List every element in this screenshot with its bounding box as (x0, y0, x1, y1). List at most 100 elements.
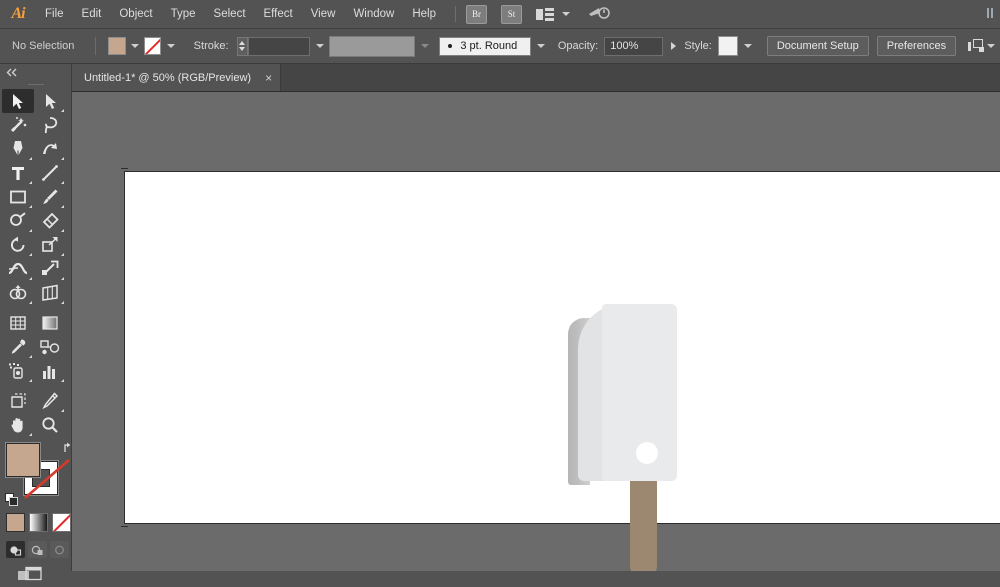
stroke-profile-dropdown-button[interactable] (418, 37, 431, 55)
draw-normal-button[interactable] (6, 541, 25, 558)
style-dropdown-button[interactable] (741, 37, 754, 55)
column-graph-tool[interactable] (34, 359, 66, 383)
type-tool[interactable] (2, 161, 34, 185)
stock-icon[interactable]: St (501, 4, 522, 24)
opacity-label: Opacity: (557, 40, 599, 52)
document-tab[interactable]: Untitled-1* @ 50% (RGB/Preview) × (72, 64, 282, 91)
gradient-mode-button[interactable] (29, 513, 48, 532)
opacity-expand-icon[interactable] (671, 42, 677, 50)
stroke-profile-input[interactable] (328, 35, 415, 57)
collapse-panel-icon[interactable] (0, 64, 71, 80)
selection-status-label: No Selection (6, 37, 97, 55)
shape-builder-tool[interactable] (2, 281, 34, 305)
menu-item-file[interactable]: File (36, 0, 73, 29)
hand-tool[interactable] (2, 413, 34, 437)
chevron-down-icon[interactable] (562, 12, 570, 16)
menubar-right-overflow (986, 4, 1000, 24)
free-transform-tool[interactable] (34, 257, 66, 281)
artboard-corner-mark (121, 168, 128, 169)
fill-dropdown-button[interactable] (129, 37, 142, 55)
menu-item-window[interactable]: Window (344, 0, 403, 29)
align-dropdown-button[interactable] (985, 37, 998, 55)
pen-tool[interactable] (2, 137, 34, 161)
document-tab-label: Untitled-1* @ 50% (RGB/Preview) (84, 71, 252, 84)
toolbar-fill-swatch[interactable] (6, 443, 40, 477)
color-mode-button[interactable] (6, 513, 25, 532)
screen-mode-button[interactable] (17, 566, 71, 587)
fill-stroke-controls (5, 442, 76, 507)
stroke-weight-input[interactable] (247, 36, 311, 56)
menu-divider (455, 6, 456, 22)
style-label: Style: (684, 40, 712, 52)
menu-item-object[interactable]: Object (110, 0, 161, 29)
tools-panel (0, 64, 72, 581)
rectangle-tool[interactable] (2, 185, 34, 209)
brush-preview-icon (448, 44, 453, 48)
curvature-tool[interactable] (34, 137, 66, 161)
window-controls-clipped-icon[interactable] (986, 4, 1000, 24)
draw-inside-button[interactable] (50, 541, 69, 558)
control-bar: No Selection Stroke: 3 pt. Round Opacity… (0, 29, 1000, 64)
stroke-weight-stepper[interactable] (236, 36, 248, 56)
document-setup-button[interactable]: Document Setup (766, 36, 869, 56)
stroke-color-swatch[interactable] (144, 37, 162, 55)
slice-tool[interactable] (34, 389, 66, 413)
rotate-tool[interactable] (2, 233, 34, 257)
perspective-grid-tool[interactable] (34, 281, 66, 305)
bridge-icon[interactable]: Br (466, 4, 487, 24)
eraser-tool[interactable] (34, 209, 66, 233)
symbol-sprayer-tool[interactable] (2, 359, 34, 383)
tools-grid (0, 89, 72, 437)
magic-wand-tool[interactable] (2, 113, 34, 137)
width-tool[interactable] (2, 257, 34, 281)
menu-item-effect[interactable]: Effect (255, 0, 302, 29)
stroke-dropdown-button[interactable] (164, 37, 177, 55)
menu-item-type[interactable]: Type (162, 0, 205, 29)
graphic-style-swatch[interactable] (717, 36, 739, 56)
preferences-button[interactable]: Preferences (876, 36, 957, 56)
document-tab-bar: Untitled-1* @ 50% (RGB/Preview) × (72, 64, 1000, 92)
align-arrange-icon[interactable] (968, 39, 985, 53)
scale-tool[interactable] (34, 233, 66, 257)
menu-item-edit[interactable]: Edit (73, 0, 111, 29)
blend-tool[interactable] (34, 335, 66, 359)
canvas-area[interactable] (72, 92, 1000, 571)
close-icon[interactable]: × (265, 72, 272, 84)
illustrator-window: Ai File Edit Object Type Select Effect V… (0, 0, 1000, 581)
line-segment-tool[interactable] (34, 161, 66, 185)
draw-mode-buttons (6, 541, 71, 558)
mesh-tool[interactable] (2, 311, 34, 335)
artboard-corner-mark (121, 526, 128, 527)
artboard[interactable] (121, 168, 1000, 571)
app-logo-icon: Ai (11, 5, 25, 22)
brush-dropdown-button[interactable] (534, 37, 547, 55)
shaper-tool[interactable] (2, 209, 34, 233)
direct-selection-tool[interactable] (34, 89, 66, 113)
stroke-weight-label: Stroke: (193, 40, 229, 52)
none-mode-button[interactable] (52, 513, 71, 532)
paintbrush-tool[interactable] (34, 185, 66, 209)
color-mode-buttons (6, 513, 71, 532)
menu-bar: Ai File Edit Object Type Select Effect V… (0, 0, 1000, 29)
gradient-tool[interactable] (34, 311, 66, 335)
zoom-tool[interactable] (34, 413, 66, 437)
brush-definition-label: 3 pt. Round (460, 40, 518, 52)
panel-drag-handle[interactable] (0, 80, 71, 89)
popsicle-illustration[interactable] (568, 304, 688, 571)
popsicle-dot-highlight[interactable] (636, 442, 658, 464)
help-search-icon[interactable] (588, 5, 610, 24)
fill-color-swatch[interactable] (108, 37, 126, 55)
stroke-weight-dropdown-button[interactable] (313, 37, 326, 55)
artboard-tool[interactable] (2, 389, 34, 413)
selection-tool[interactable] (2, 89, 34, 113)
menu-item-select[interactable]: Select (205, 0, 255, 29)
default-fill-stroke-icon[interactable] (5, 493, 19, 507)
opacity-input[interactable]: 100% (604, 36, 664, 56)
menu-item-view[interactable]: View (302, 0, 345, 29)
menu-item-help[interactable]: Help (403, 0, 445, 29)
eyedropper-tool[interactable] (2, 335, 34, 359)
draw-behind-button[interactable] (28, 541, 47, 558)
brush-definition-select[interactable]: 3 pt. Round (439, 36, 532, 56)
lasso-tool[interactable] (34, 113, 66, 137)
workspace-switcher-icon[interactable] (536, 7, 554, 21)
